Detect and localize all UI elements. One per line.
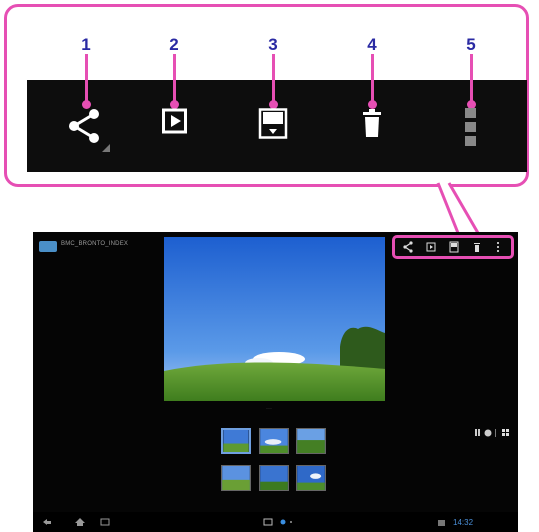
- overflow-menu-icon[interactable]: [464, 108, 478, 148]
- center-status-icons: [263, 518, 292, 526]
- view-toggles: [475, 429, 509, 437]
- thumbnail[interactable]: [259, 428, 289, 454]
- callout-number-1: 1: [81, 35, 91, 54]
- notification-icon[interactable]: [437, 519, 447, 527]
- thumbnail[interactable]: [221, 428, 251, 454]
- share-icon[interactable]: [403, 241, 413, 253]
- callout-number-3: 3: [268, 35, 278, 54]
- thumbnail[interactable]: [221, 465, 251, 491]
- display-select-icon[interactable]: [258, 108, 288, 140]
- delete-icon[interactable]: [473, 241, 481, 253]
- callout-number-4: 4: [367, 35, 377, 54]
- nav-buttons: [43, 518, 110, 526]
- home-icon[interactable]: [75, 518, 85, 526]
- overflow-menu-icon[interactable]: [496, 241, 500, 253]
- thumbnail[interactable]: [259, 465, 289, 491]
- pie-icon[interactable]: [484, 429, 492, 437]
- action-bar: [392, 235, 514, 259]
- leader-line-1: [85, 54, 88, 104]
- recent-apps-icon[interactable]: [100, 518, 110, 526]
- callout-number-5: 5: [466, 35, 476, 54]
- back-icon[interactable]: [43, 519, 51, 525]
- thumbnail[interactable]: [296, 428, 326, 454]
- film-strip-icon[interactable]: [475, 429, 477, 436]
- leader-line-4: [371, 54, 374, 104]
- leader-line-5: [470, 54, 473, 104]
- thumbnail[interactable]: [296, 465, 326, 491]
- leader-line-3: [272, 54, 275, 104]
- slideshow-play-icon[interactable]: [162, 108, 188, 136]
- page-indicator: ···: [266, 406, 272, 412]
- display-select-icon[interactable]: [449, 241, 459, 253]
- callout-number-2: 2: [169, 35, 179, 54]
- grid-icon[interactable]: [502, 429, 505, 432]
- app-logo[interactable]: [39, 241, 57, 252]
- app-title: BMC_BRONTO_INDEX: [61, 241, 129, 247]
- photo-preview[interactable]: [164, 237, 385, 401]
- leader-line-2: [173, 54, 176, 104]
- status-clock: 14:32: [453, 518, 474, 527]
- slideshow-play-icon[interactable]: [426, 241, 436, 253]
- share-icon[interactable]: [66, 108, 112, 154]
- delete-icon[interactable]: [361, 108, 383, 138]
- tablet-screen: BMC_BRONTO_INDEX ··· 14:32: [33, 232, 518, 532]
